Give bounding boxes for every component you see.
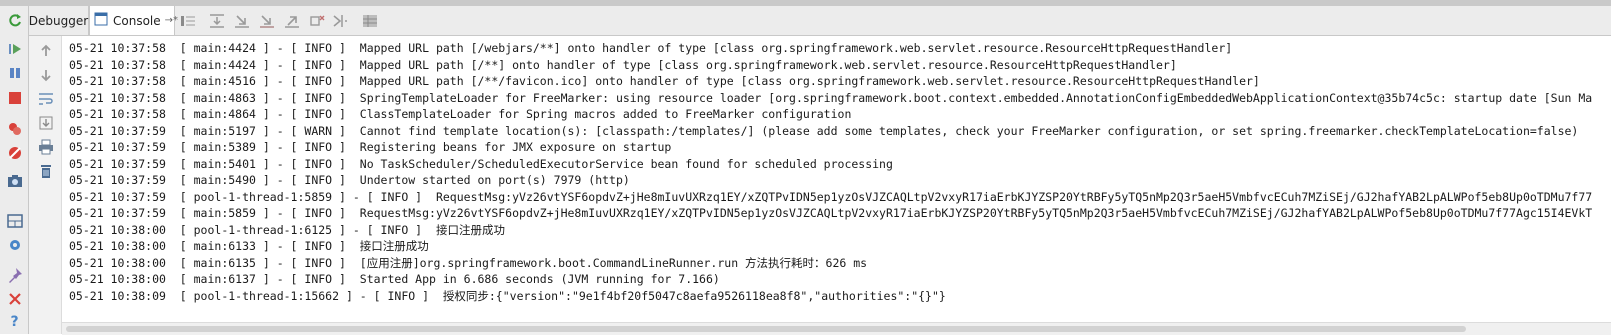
log-line: 05-21 10:38:00 [ main:6137 ] - [ INFO ] … — [69, 272, 720, 286]
log-line: 05-21 10:37:59 [ main:5401 ] - [ INFO ] … — [69, 156, 893, 171]
camera-icon[interactable] — [6, 172, 23, 189]
debug-side-toolbar: ? — [0, 6, 29, 334]
scrollbar-thumb[interactable] — [66, 326, 1466, 332]
log-line: 05-21 10:37:59 [ main:5859 ] - [ INFO ] … — [69, 206, 1593, 220]
clear-all-icon[interactable] — [37, 162, 54, 179]
down-arrow-icon[interactable] — [37, 66, 54, 83]
drop-frame-icon[interactable] — [309, 13, 325, 29]
evaluate-icon[interactable] — [362, 13, 378, 29]
tab-debugger[interactable]: Debugger — [29, 6, 89, 35]
scroll-to-end-icon[interactable] — [37, 114, 54, 131]
log-line: 05-21 10:38:00 [ pool-1-thread-1:6125 ] … — [69, 222, 505, 237]
step-out-icon[interactable] — [284, 13, 300, 29]
log-line: 05-21 10:37:59 [ pool-1-thread-1:5859 ] … — [69, 189, 1593, 204]
help-icon[interactable]: ? — [6, 313, 23, 330]
log-line: 05-21 10:38:00 [ main:6133 ] - [ INFO ] … — [69, 239, 429, 253]
step-over-icon[interactable] — [209, 13, 225, 29]
log-line: 05-21 10:37:59 [ main:5490 ] - [ INFO ] … — [69, 173, 630, 187]
tab-console[interactable]: Console →* — [89, 6, 179, 35]
tab-console-pin-marker: →* — [164, 15, 179, 26]
mute-breakpoints-icon[interactable] — [6, 144, 23, 161]
close-icon[interactable] — [6, 290, 23, 307]
horizontal-scrollbar[interactable] — [62, 322, 1611, 335]
log-line: 05-21 10:37:59 [ main:5197 ] - [ WARN ] … — [69, 123, 1579, 138]
log-line: 05-21 10:37:58 [ main:4864 ] - [ INFO ] … — [69, 107, 852, 121]
settings-icon[interactable] — [6, 236, 23, 253]
run-to-cursor-icon[interactable] — [332, 13, 348, 29]
log-line: 05-21 10:38:09 [ pool-1-thread-1:15662 ]… — [69, 288, 946, 303]
log-line: 05-21 10:37:58 [ main:4516 ] - [ INFO ] … — [69, 74, 1260, 88]
log-line: 05-21 10:38:00 [ main:6135 ] - [ INFO ] … — [69, 255, 868, 270]
log-line: 05-21 10:37:58 [ main:4424 ] - [ INFO ] … — [69, 57, 1177, 72]
console-icon — [94, 12, 108, 29]
up-arrow-icon[interactable] — [37, 42, 54, 59]
view-breakpoints-icon[interactable] — [6, 120, 23, 137]
soft-wrap-icon[interactable] — [37, 90, 54, 107]
force-step-into-icon[interactable] — [259, 13, 275, 29]
step-into-icon[interactable] — [234, 13, 250, 29]
pin-icon[interactable] — [6, 266, 23, 283]
log-line: 05-21 10:37:58 [ main:4424 ] - [ INFO ] … — [69, 41, 1233, 55]
step-list-icon[interactable] — [180, 13, 196, 29]
log-line: 05-21 10:37:59 [ main:5389 ] - [ INFO ] … — [69, 140, 672, 154]
stop-icon[interactable] — [6, 89, 23, 106]
pause-icon[interactable] — [6, 64, 23, 81]
debug-tab-bar: Debugger Console →* — [29, 6, 1611, 36]
console-output[interactable]: 05-21 10:37:58 [ main:4424 ] - [ INFO ] … — [62, 36, 1611, 322]
resume-icon[interactable] — [6, 40, 23, 57]
tab-debugger-label: Debugger — [28, 13, 89, 28]
print-icon[interactable] — [37, 138, 54, 155]
log-line: 05-21 10:37:58 [ main:4863 ] - [ INFO ] … — [69, 90, 1593, 105]
rerun-icon[interactable] — [6, 11, 23, 28]
tab-console-label: Console — [113, 13, 161, 28]
layout-icon[interactable] — [6, 212, 23, 229]
